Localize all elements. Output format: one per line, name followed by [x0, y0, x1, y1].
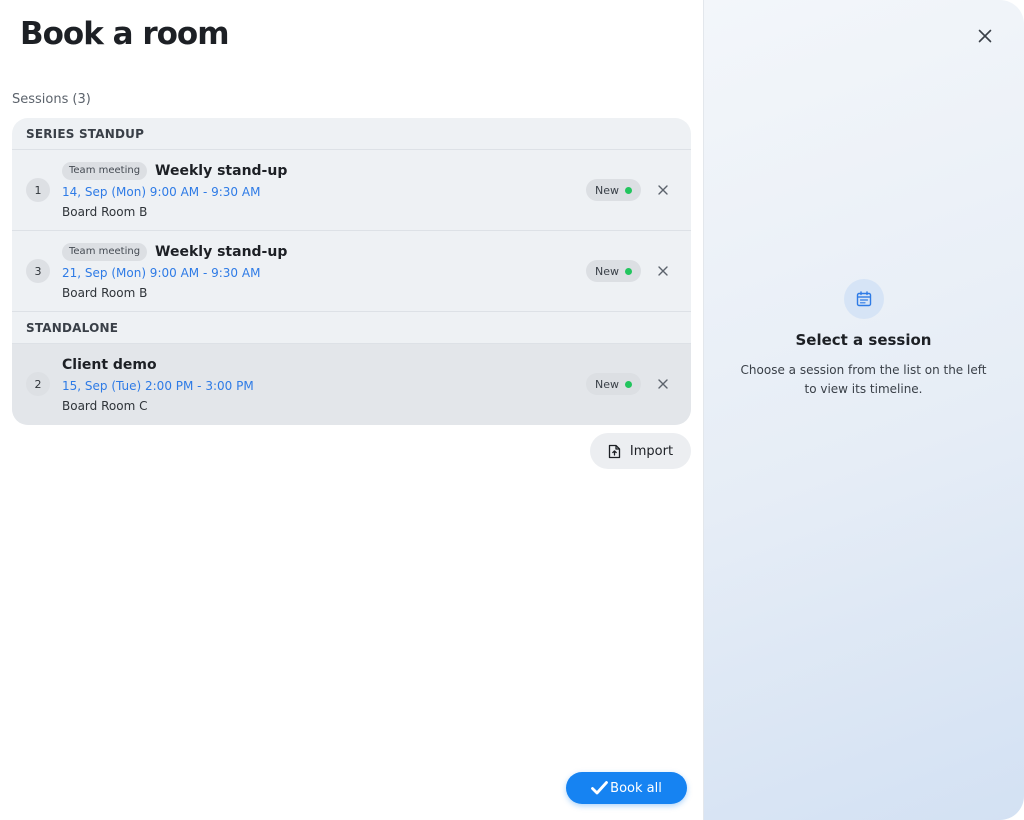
session-title-line: Team meeting Weekly stand-up: [62, 162, 287, 180]
session-number: 2: [26, 372, 50, 396]
import-button[interactable]: Import: [590, 433, 691, 469]
sessions-count: (3): [72, 92, 91, 107]
status-badge: New: [586, 179, 641, 201]
session-time: 15, Sep (Tue) 2:00 PM - 3:00 PM: [62, 379, 254, 393]
session-time: 21, Sep (Mon) 9:00 AM - 9:30 AM: [62, 266, 261, 280]
page-title: Book a room: [20, 16, 230, 52]
remove-session-button[interactable]: [655, 263, 671, 279]
status-label: New: [595, 264, 619, 278]
session-time: 14, Sep (Mon) 9:00 AM - 9:30 AM: [62, 185, 261, 199]
sessions-label: Sessions: [12, 92, 69, 107]
close-icon: [658, 266, 668, 276]
group-header-standalone: STANDALONE: [12, 312, 691, 344]
book-all-button[interactable]: Book all: [566, 772, 687, 804]
session-row[interactable]: 3 Team meeting Weekly stand-up 21, Sep (…: [12, 231, 691, 312]
session-details: Team meeting Weekly stand-up 14, Sep (Mo…: [62, 162, 287, 220]
book-all-label: Book all: [610, 780, 662, 796]
session-row[interactable]: 1 Team meeting Weekly stand-up 14, Sep (…: [12, 150, 691, 231]
session-details: Client demo 15, Sep (Tue) 2:00 PM - 3:00…: [62, 356, 254, 414]
status-label: New: [595, 377, 619, 391]
sessions-pane: Book a room Sessions (3) SERIES STANDUP 1…: [0, 0, 703, 820]
session-number: 1: [26, 178, 50, 202]
status-label: New: [595, 183, 619, 197]
empty-state-title: Select a session: [795, 331, 932, 349]
session-title-line: Team meeting Weekly stand-up: [62, 243, 287, 261]
status-dot-icon: [625, 186, 632, 194]
remove-session-button[interactable]: [655, 376, 671, 392]
empty-state-description: Choose a session from the list on the le…: [740, 363, 987, 396]
status-badge: New: [586, 373, 641, 395]
session-title: Client demo: [62, 357, 157, 373]
session-room: Board Room B: [62, 286, 148, 300]
close-icon: [658, 379, 668, 389]
session-title-line: Client demo: [62, 356, 254, 374]
checkmark-icon: [591, 781, 609, 795]
session-title: Weekly stand-up: [155, 244, 288, 260]
group-header-series-standup: SERIES STANDUP: [12, 118, 691, 150]
empty-state: Select a session Choose a session from t…: [703, 279, 1024, 399]
session-row[interactable]: 2 Client demo 15, Sep (Tue) 2:00 PM - 3:…: [12, 344, 691, 425]
calendar-icon: [843, 279, 884, 319]
sessions-heading: Sessions (3): [12, 92, 91, 107]
close-icon: [658, 185, 668, 195]
sessions-list: SERIES STANDUP 1 Team meeting Weekly sta…: [12, 118, 691, 425]
import-label: Import: [629, 443, 674, 459]
session-details: Team meeting Weekly stand-up 21, Sep (Mo…: [62, 243, 287, 301]
book-room-dialog: Book a room Sessions (3) SERIES STANDUP 1…: [0, 0, 1024, 820]
meeting-type-badge: Team meeting: [62, 243, 148, 261]
session-number: 3: [26, 259, 50, 283]
session-title: Weekly stand-up: [155, 163, 288, 179]
session-room: Board Room C: [62, 399, 148, 413]
status-badge: New: [586, 260, 641, 282]
status-dot-icon: [625, 380, 632, 388]
meeting-type-badge: Team meeting: [62, 162, 148, 180]
close-icon: [978, 29, 992, 43]
remove-session-button[interactable]: [655, 182, 671, 198]
status-dot-icon: [625, 267, 632, 275]
session-room: Board Room B: [62, 205, 148, 219]
file-upload-icon: [608, 444, 621, 459]
close-dialog-button[interactable]: [972, 23, 998, 49]
timeline-pane: [703, 0, 1024, 820]
